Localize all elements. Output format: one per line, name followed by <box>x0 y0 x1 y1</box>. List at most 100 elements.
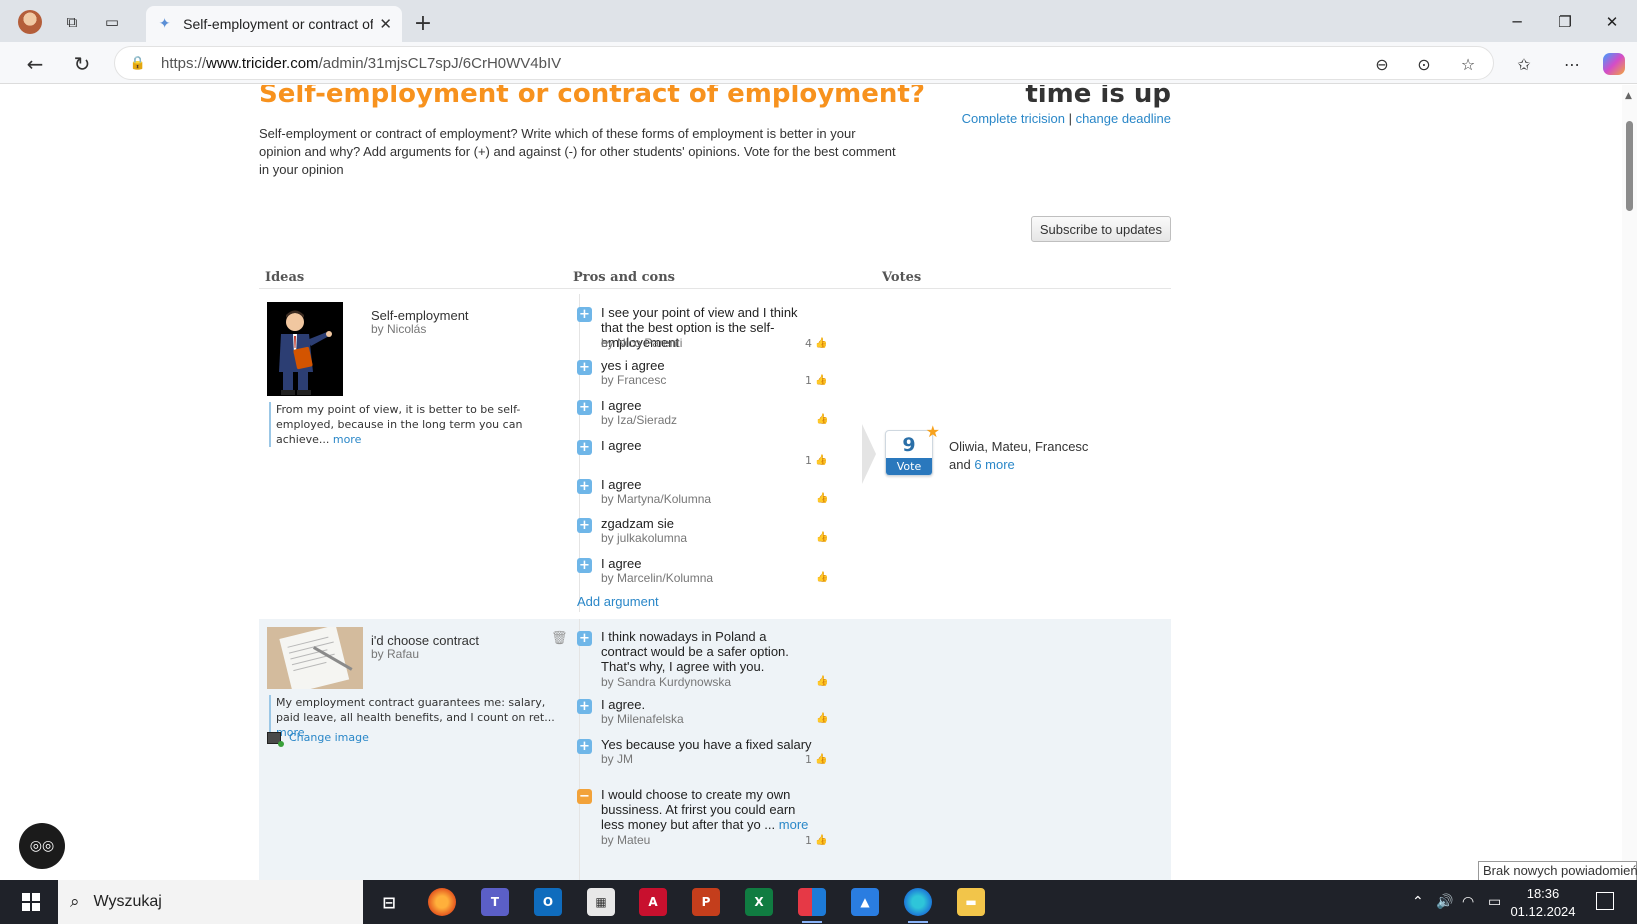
vertical-tabs-icon[interactable]: ▭ <box>100 10 124 34</box>
column-header-ideas: Ideas <box>265 270 305 285</box>
businessman-image <box>267 302 343 396</box>
pro-icon: + <box>577 440 592 455</box>
like-button[interactable]: 👍 <box>813 572 828 583</box>
profile-avatar[interactable] <box>18 10 42 34</box>
restore-icon[interactable]: ❐ <box>1550 8 1580 36</box>
page-scrollbar[interactable]: ▲ <box>1622 85 1637 880</box>
workspaces-icon[interactable]: ⧉ <box>60 10 84 34</box>
taskbar-clock[interactable]: 18:36 01.12.2024 <box>1508 885 1578 921</box>
idea-row: i'd choose contract by Rafau 🗑 My employ… <box>259 619 1171 880</box>
column-header-votes: Votes <box>882 270 922 285</box>
more-tools-icon[interactable]: ⊙ <box>1411 51 1437 77</box>
more-voters-link[interactable]: 6 more <box>974 457 1014 472</box>
pro-icon: + <box>577 360 592 375</box>
trash-icon[interactable]: 🗑 <box>551 631 568 646</box>
windows-start-icon[interactable] <box>22 893 40 911</box>
close-window-icon[interactable]: ✕ <box>1597 8 1627 36</box>
argument-text: Yes because you have a fixed salary <box>601 737 812 752</box>
argument-text: I think nowadays in Poland a contract wo… <box>601 629 789 674</box>
acrobat-icon[interactable]: A <box>639 888 667 916</box>
volume-icon[interactable]: 🔊 <box>1436 880 1453 924</box>
scroll-up-icon[interactable]: ▲ <box>1625 91 1632 101</box>
favorites-list-icon[interactable]: ✩ <box>1511 51 1537 77</box>
thumbs-up-icon: 👍 <box>815 375 828 386</box>
task-view-icon[interactable]: ⊟ <box>375 888 403 916</box>
tricider-favicon-icon: ✦ <box>158 16 171 32</box>
like-button[interactable]: 1 👍 <box>805 374 827 387</box>
question-description: Self-employment or contract of employmen… <box>259 126 896 177</box>
new-tab-button[interactable]: + <box>410 10 436 36</box>
idea-title[interactable]: Self-employment <box>371 308 469 323</box>
refresh-icon[interactable]: ↻ <box>69 51 95 77</box>
like-button[interactable]: 1 👍 <box>805 753 827 766</box>
thumbs-up-icon: 👍 <box>815 455 828 466</box>
wifi-icon[interactable]: ◠ <box>1462 880 1474 924</box>
like-button[interactable]: 4 👍 <box>805 337 827 350</box>
teams-icon[interactable]: T <box>481 888 509 916</box>
idea-author: by Nicolás <box>371 322 427 336</box>
lock-icon: 🔒 <box>129 55 147 71</box>
idea-more-link[interactable]: more <box>333 433 362 446</box>
battery-icon[interactable]: ▭ <box>1488 880 1501 924</box>
clock-time: 18:36 <box>1526 886 1560 901</box>
tray-chevron-icon[interactable]: ⌃ <box>1412 880 1424 924</box>
change-image-link[interactable]: Change image <box>289 731 369 744</box>
like-button[interactable]: 1 👍 <box>805 834 827 847</box>
browser-tab[interactable]: ✦ Self-employment or contract of employm… <box>146 6 402 42</box>
link-separator: | <box>1068 111 1072 126</box>
change-image-button[interactable]: Change image <box>267 731 369 747</box>
vote-label: Vote <box>886 458 932 475</box>
column-header-pros-cons: Pros and cons <box>573 270 675 285</box>
edge-icon[interactable] <box>904 888 932 923</box>
idea-title[interactable]: i'd choose contract <box>371 633 479 648</box>
store-icon[interactable]: ▦ <box>587 888 615 916</box>
firefox-icon[interactable] <box>428 888 456 916</box>
settings-more-icon[interactable]: ⋯ <box>1559 51 1585 77</box>
excel-icon[interactable]: X <box>745 888 773 916</box>
voter-names: Oliwia, Mateu, Francesc <box>949 439 1089 454</box>
copilot-icon[interactable] <box>1603 53 1625 75</box>
idea-description-text: From my point of view, it is better to b… <box>276 403 523 446</box>
subscribe-button[interactable]: Subscribe to updates <box>1030 216 1171 242</box>
outlook-icon[interactable]: O <box>534 888 562 916</box>
argument-author: by Sandra Kurdynowska <box>601 675 732 689</box>
vote-button[interactable]: 9 Vote ★ <box>885 422 940 476</box>
like-button[interactable]: 👍 <box>813 532 828 543</box>
notification-center-icon[interactable] <box>1596 892 1614 910</box>
thumbs-up-icon: 👍 <box>816 572 829 583</box>
chat-widget-button[interactable]: ◎◎ <box>19 823 65 869</box>
complete-tricision-link[interactable]: Complete tricision <box>962 111 1065 126</box>
zoom-out-icon[interactable]: ⊖ <box>1369 51 1395 77</box>
notification-tooltip: Brak nowych powiadomień <box>1478 861 1637 881</box>
like-button[interactable]: 👍 <box>813 414 828 425</box>
browser-tab-bar: ⧉ ▭ ✦ Self-employment or contract of emp… <box>0 0 1637 42</box>
argument-author: by Martyna/Kolumna <box>601 492 712 506</box>
taskbar-search[interactable]: ⌕ Wyszukaj <box>58 880 363 924</box>
close-tab-icon[interactable]: ✕ <box>379 15 392 33</box>
like-button[interactable]: 👍 <box>813 493 828 504</box>
argument-author: by julkakolumna <box>601 531 688 545</box>
url-field[interactable]: 🔒 https://www.tricider.com/admin/31mjsCL… <box>114 46 1494 80</box>
change-deadline-link[interactable]: change deadline <box>1076 111 1171 126</box>
url-text: https://www.tricider.com/admin/31mjsCL7s… <box>161 54 562 72</box>
tab-title: Self-employment or contract of employmen… <box>183 16 374 32</box>
pro-icon: + <box>577 400 592 415</box>
photos-icon[interactable]: ▲ <box>851 888 879 916</box>
argument-text: I agree <box>601 438 642 453</box>
app-tiles-icon[interactable] <box>798 888 826 923</box>
like-button[interactable]: 👍 <box>813 713 828 724</box>
argument-author: by Iza/Sieradz <box>601 413 678 427</box>
search-icon: ⌕ <box>70 892 80 912</box>
like-button[interactable]: 1 👍 <box>805 454 827 467</box>
argument-more-link[interactable]: more <box>779 817 809 832</box>
favorite-star-icon[interactable]: ☆ <box>1455 51 1481 77</box>
argument-author: by Milenafelska <box>601 712 684 726</box>
add-argument-link[interactable]: Add argument <box>577 594 659 609</box>
minimize-icon[interactable]: ─ <box>1502 8 1532 36</box>
like-button[interactable]: 👍 <box>813 676 828 687</box>
con-icon: − <box>577 789 592 804</box>
file-explorer-icon[interactable]: ▬ <box>957 888 985 916</box>
scrollbar-thumb[interactable] <box>1626 121 1633 211</box>
powerpoint-icon[interactable]: P <box>692 888 720 916</box>
back-icon[interactable]: ← <box>22 51 48 77</box>
